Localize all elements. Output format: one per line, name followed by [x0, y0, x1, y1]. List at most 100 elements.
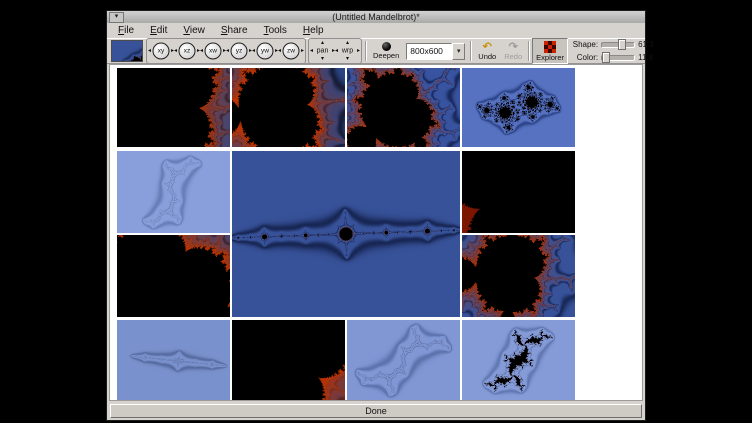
rotate-zw-label: zw — [283, 43, 300, 60]
explorer-icon — [544, 41, 556, 53]
arrow-left-icon: ◂ — [200, 48, 203, 54]
fractal-canvas — [462, 235, 575, 317]
menu-tools[interactable]: Tools — [256, 24, 295, 38]
pan-label: pan — [317, 48, 329, 55]
arrow-left-icon: ◂ — [148, 48, 151, 54]
window-title: (Untitled Mandelbrot)* — [107, 12, 645, 22]
fractal-canvas — [462, 151, 575, 233]
arrow-left-icon: ◂ — [252, 48, 255, 54]
rotate-xw-label: xw — [205, 43, 222, 60]
undo-label: Undo — [478, 53, 496, 61]
undo-icon: ↶ — [483, 42, 492, 52]
explorer-tile[interactable] — [232, 320, 345, 401]
shape-slider-thumb[interactable] — [618, 39, 626, 50]
shape-value: 61.3 — [638, 40, 658, 49]
explorer-tile[interactable] — [347, 68, 460, 147]
menu-bar: File Edit View Share Tools Help — [107, 23, 645, 38]
arrow-right-icon: ▸ — [357, 48, 360, 54]
arrow-left-icon: ◂ — [335, 48, 338, 54]
menu-view[interactable]: View — [175, 24, 213, 38]
menu-edit[interactable]: Edit — [142, 24, 175, 38]
arrow-down-icon: ▾ — [321, 56, 324, 62]
toolbar-separator — [470, 41, 472, 61]
fractal-canvas — [232, 320, 345, 401]
arrow-up-icon: ▴ — [346, 40, 349, 46]
rotate-xy-label: xy — [153, 43, 170, 60]
parameter-sliders: Shape: 61.3 Color: 11.8 — [568, 40, 664, 62]
explorer-main-tile[interactable] — [232, 151, 460, 317]
rotate-xy-button[interactable]: ◂ xy ▸ — [148, 40, 174, 62]
pan-warp-button-group: ▴ ◂ pan ▸ ▾ ▴ ◂ wrp ▸ ▾ — [308, 38, 362, 64]
explorer-tile[interactable] — [347, 320, 460, 401]
rotate-xw-button[interactable]: ◂ xw ▸ — [200, 40, 226, 62]
fractal-canvas — [117, 68, 230, 147]
fractal-canvas — [347, 68, 460, 147]
rotate-yz-button[interactable]: ◂ yz ▸ — [226, 40, 252, 62]
explorer-tile[interactable] — [117, 68, 230, 147]
fractal-canvas — [117, 151, 230, 233]
shape-slider-row: Shape: 61.3 — [568, 40, 664, 49]
arrow-left-icon: ◂ — [226, 48, 229, 54]
redo-button[interactable]: ↷ Redo — [500, 38, 526, 64]
explorer-tile[interactable] — [462, 235, 575, 317]
pan-button[interactable]: ▴ ◂ pan ▸ ▾ — [310, 40, 335, 62]
fractal-canvas — [462, 320, 575, 401]
explorer-tile[interactable] — [462, 151, 575, 233]
warp-button[interactable]: ▴ ◂ wrp ▸ ▾ — [335, 40, 360, 62]
rotate-zw-button[interactable]: ◂ zw ▸ — [278, 40, 304, 62]
menu-share[interactable]: Share — [213, 24, 256, 38]
dropdown-arrow-icon[interactable]: ▾ — [452, 43, 465, 60]
fractal-preview-thumbnail[interactable] — [111, 40, 143, 62]
redo-icon: ↷ — [509, 42, 518, 52]
fractal-canvas — [117, 235, 230, 317]
toolbar: ◂ xy ▸ ◂ xz ▸ ◂ xw ▸ ◂ yz ▸ ◂ yw — [107, 38, 645, 64]
rotate-yw-button[interactable]: ◂ yw ▸ — [252, 40, 278, 62]
menu-help[interactable]: Help — [295, 24, 332, 38]
shape-label: Shape: — [568, 40, 598, 49]
app-window: ▾ (Untitled Mandelbrot)* File Edit View … — [106, 10, 646, 421]
color-slider[interactable] — [601, 55, 635, 61]
fractal-canvas — [347, 320, 460, 401]
explorer-tile[interactable] — [117, 320, 230, 401]
explorer-tile[interactable] — [462, 68, 575, 147]
explorer-tile[interactable] — [117, 235, 230, 317]
arrow-up-icon: ▴ — [321, 40, 324, 46]
color-slider-row: Color: 11.8 — [568, 53, 664, 62]
warp-label: wrp — [342, 48, 353, 55]
status-text: Done — [365, 406, 387, 416]
rotation-button-group: ◂ xy ▸ ◂ xz ▸ ◂ xw ▸ ◂ yz ▸ ◂ yw — [146, 38, 306, 64]
toolbar-separator — [528, 41, 530, 61]
fractal-canvas — [232, 68, 345, 147]
color-slider-thumb[interactable] — [602, 52, 610, 63]
color-value: 11.8 — [638, 53, 658, 62]
explorer-toggle-button[interactable]: Explorer — [532, 38, 568, 64]
shape-slider[interactable] — [601, 42, 635, 48]
rotate-yz-label: yz — [231, 43, 248, 60]
explorer-grid — [109, 64, 643, 401]
explorer-tile[interactable] — [117, 151, 230, 233]
rotate-xz-label: xz — [179, 43, 196, 60]
menu-file[interactable]: File — [110, 24, 142, 38]
status-bar: Done — [110, 404, 642, 418]
arrow-left-icon: ◂ — [278, 48, 281, 54]
rotate-xz-button[interactable]: ◂ xz ▸ — [174, 40, 200, 62]
color-label: Color: — [568, 53, 598, 62]
fractal-canvas — [462, 68, 575, 147]
redo-label: Redo — [504, 53, 522, 61]
deepen-button[interactable]: Deepen — [369, 38, 403, 64]
explorer-tile[interactable] — [462, 320, 575, 401]
arrow-down-icon: ▾ — [346, 56, 349, 62]
fractal-preview-canvas — [112, 41, 143, 62]
arrow-left-icon: ◂ — [310, 48, 313, 54]
size-value[interactable]: 800x600 — [406, 43, 452, 60]
undo-button[interactable]: ↶ Undo — [474, 38, 500, 64]
size-combobox[interactable]: 800x600 ▾ — [406, 43, 465, 60]
fractal-canvas — [232, 151, 460, 317]
arrow-left-icon: ◂ — [174, 48, 177, 54]
deepen-icon — [382, 42, 391, 51]
rotate-yw-label: yw — [257, 43, 274, 60]
arrow-right-icon: ▸ — [301, 48, 304, 54]
deepen-label: Deepen — [373, 52, 399, 60]
toolbar-separator — [365, 41, 367, 61]
explorer-tile[interactable] — [232, 68, 345, 147]
